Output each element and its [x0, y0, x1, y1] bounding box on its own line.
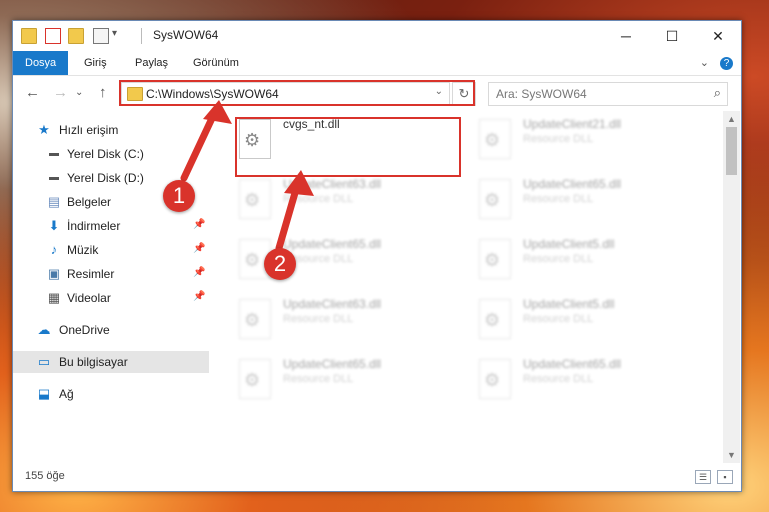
arrow-2: [275, 182, 301, 252]
callout-step-2: 2: [264, 248, 296, 280]
callout-step-1: 1: [163, 180, 195, 212]
arrow-2-head: [284, 170, 314, 196]
arrow-1: [180, 110, 218, 182]
annotation-arrows: [180, 100, 314, 252]
